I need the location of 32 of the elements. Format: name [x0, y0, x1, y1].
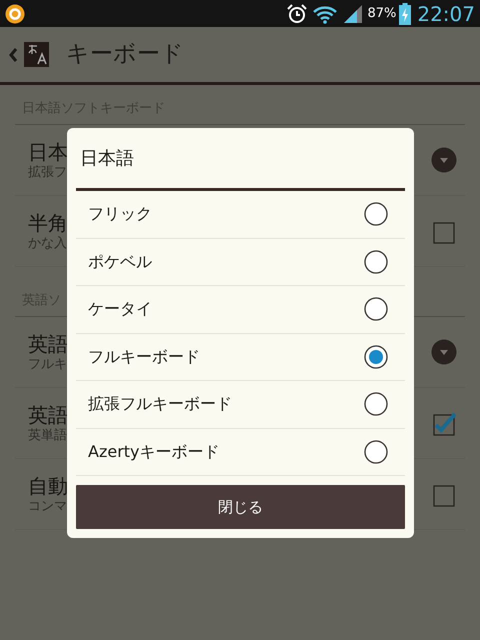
back-chevron-icon — [8, 46, 18, 62]
option-item[interactable]: ケータイ — [76, 286, 405, 332]
dropdown-icon[interactable] — [431, 147, 457, 173]
setting-title: 日本 — [28, 139, 68, 165]
keyboard-language-icon — [24, 42, 49, 67]
setting-title: 英語 — [28, 402, 68, 428]
setting-title: 英語 — [28, 331, 68, 357]
radio-button[interactable] — [364, 440, 388, 464]
setting-title: 自動 — [28, 473, 68, 499]
battery-percent: 87% — [367, 4, 396, 23]
option-item[interactable]: フリック — [76, 191, 405, 238]
alarm-icon — [286, 2, 308, 24]
wifi-icon — [312, 4, 338, 24]
screen-title: キーボード — [66, 40, 184, 70]
option-item[interactable]: Azertyキーボード — [76, 428, 405, 475]
dropdown-icon[interactable] — [431, 339, 457, 365]
close-button[interactable]: 閉じる — [76, 485, 405, 529]
app-notification-icon — [5, 4, 25, 24]
checkbox[interactable] — [431, 410, 457, 436]
radio-button[interactable] — [364, 202, 388, 226]
radio-button[interactable] — [364, 250, 388, 274]
option-item[interactable]: 拡張フルキーボード — [76, 381, 405, 428]
battery-charging-icon — [399, 2, 412, 24]
option-item[interactable]: フルキーボード — [76, 334, 405, 380]
radio-button[interactable] — [364, 297, 388, 322]
clock: 22:07 — [417, 0, 475, 28]
setting-title: 半角 — [28, 210, 68, 236]
option-item[interactable]: ポケベル — [76, 238, 405, 285]
radio-button[interactable] — [364, 392, 388, 416]
signal-icon — [343, 4, 364, 24]
dialog-title: 日本語 — [79, 146, 135, 170]
radio-button[interactable] — [364, 344, 388, 369]
